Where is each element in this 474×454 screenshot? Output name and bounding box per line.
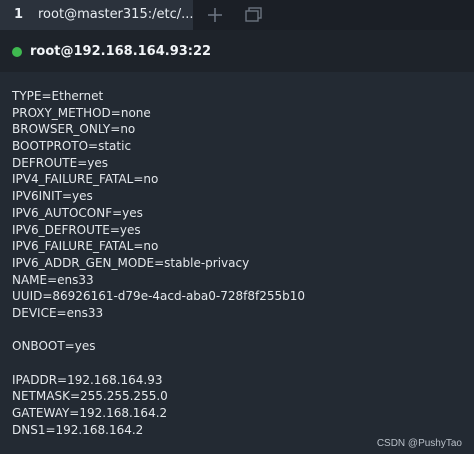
terminal-line: UUID=86926161-d79e-4acd-aba0-728f8f255b1…	[12, 289, 306, 304]
terminal-line: IPADDR=192.168.164.93	[12, 372, 163, 387]
terminal-line: DNS1=192.168.164.2	[12, 422, 144, 437]
terminal-line: IPV6_AUTOCONF=yes	[12, 205, 143, 220]
terminal-line: TYPE=Ethernet	[12, 89, 104, 103]
session-title: root@192.168.164.93:22	[30, 44, 212, 59]
terminal-line: GATEWAY=192.168.164.2	[12, 406, 168, 421]
terminal-line: BROWSER_ONLY=no	[12, 122, 136, 137]
terminal-line: IPV6_ADDR_GEN_MODE=stable-privacy	[12, 255, 250, 270]
terminal-line: DEVICE=ens33	[12, 305, 104, 320]
tab-number: 1	[14, 7, 24, 22]
terminal-line: IPV6_DEFROUTE=yes	[12, 222, 141, 237]
terminal-line: IPV4_FAILURE_FATAL=no	[12, 172, 159, 187]
plus-icon[interactable]	[204, 4, 226, 26]
terminal-line: NAME=ens33	[12, 272, 94, 287]
window-list-icon[interactable]	[244, 5, 264, 25]
tab-bar: 1 root@master315:/etc/...	[0, 0, 474, 30]
connection-status-dot	[12, 47, 22, 57]
terminal-line: ONBOOT=yes	[12, 339, 96, 354]
terminal-line: IPV6_FAILURE_FATAL=no	[12, 239, 159, 254]
terminal-line: DEFROUTE=yes	[12, 155, 108, 170]
terminal-line: IPV6INIT=yes	[12, 189, 93, 204]
terminal-line: PROXY_METHOD=none	[12, 105, 151, 120]
terminal-window: 1 root@master315:/etc/... root@192.168.1…	[0, 0, 474, 454]
tab-title: root@master315:/etc/...	[38, 7, 194, 22]
watermark-text: CSDN @PushyTao	[376, 438, 462, 449]
tab-active[interactable]: 1 root@master315:/etc/...	[0, 0, 194, 30]
terminal-line: NETMASK=255.255.255.0	[12, 389, 168, 404]
terminal-line: BOOTPROTO=static	[12, 139, 132, 154]
terminal-output[interactable]: TYPE=Ethernet PROXY_METHOD=none BROWSER_…	[12, 88, 462, 438]
